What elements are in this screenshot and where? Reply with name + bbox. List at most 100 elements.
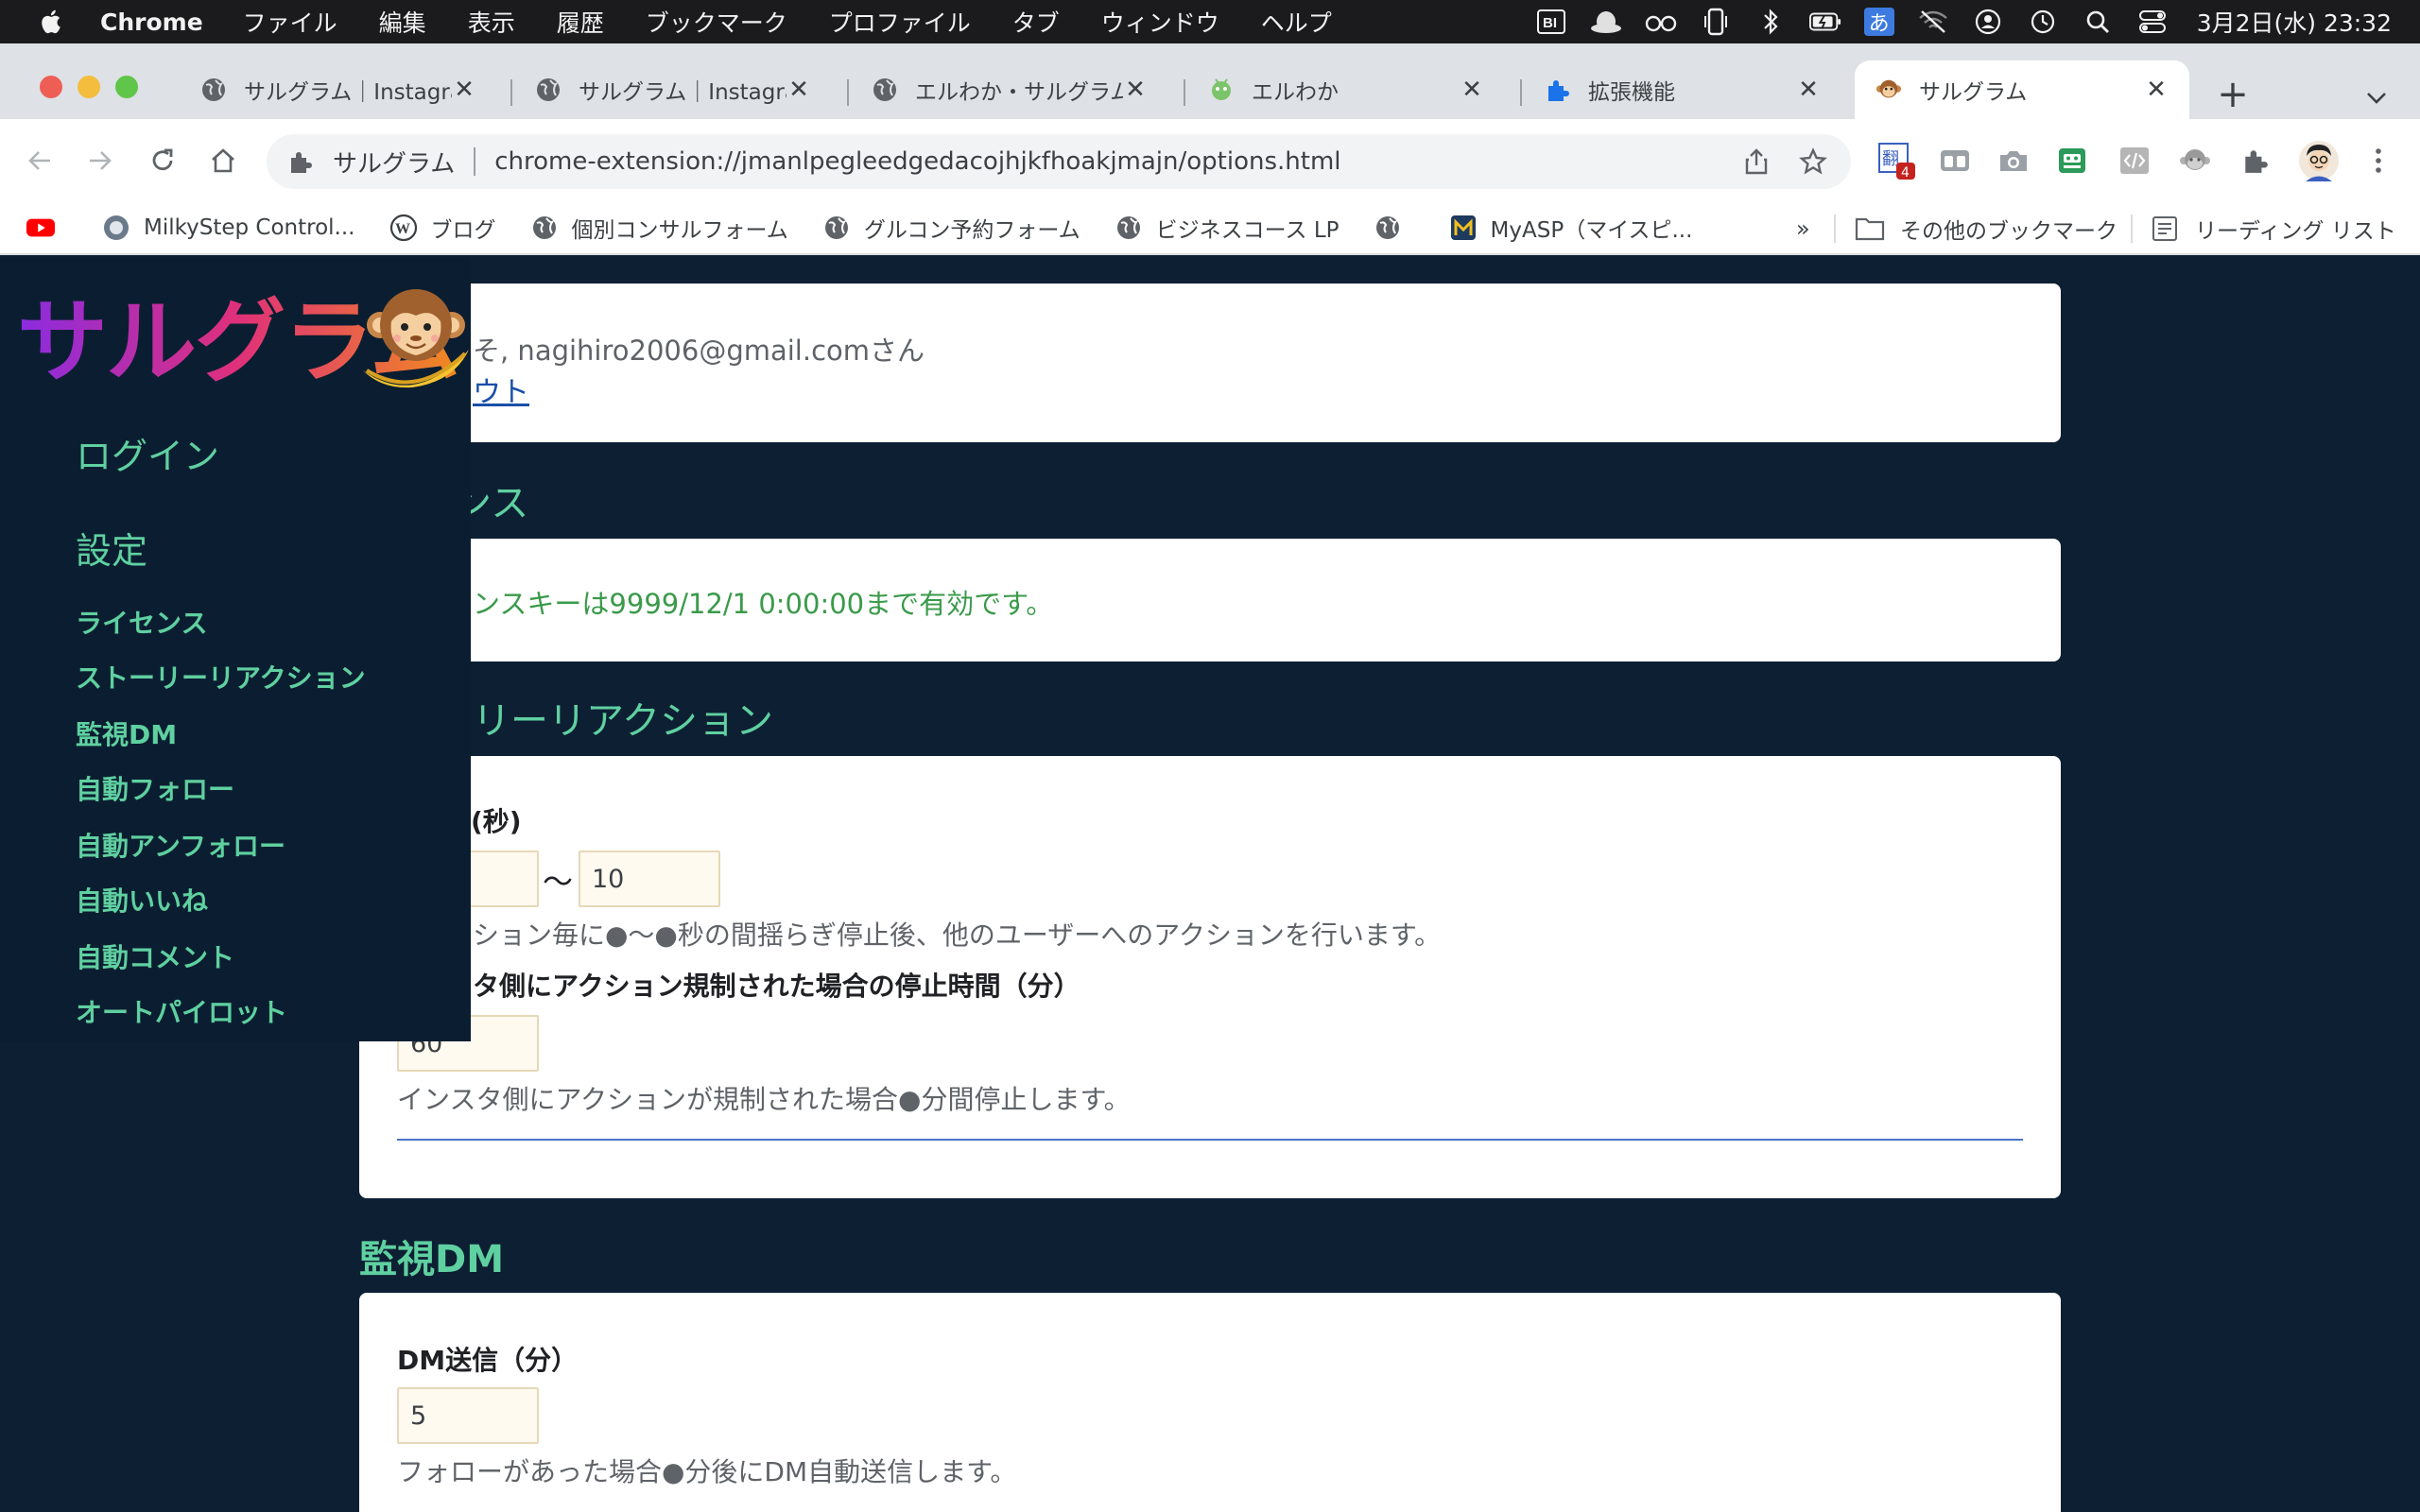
user-account-icon[interactable]: [1972, 8, 2004, 36]
url-text[interactable]: chrome-extension://jmanlpegleedgedacojhj…: [494, 147, 1737, 176]
home-icon[interactable]: [204, 142, 242, 180]
extensions-puzzle-icon[interactable]: [2237, 142, 2274, 180]
bookmark-label: グルコン予約フォーム: [863, 218, 1080, 243]
dm-send-minutes-input[interactable]: 5: [397, 1387, 539, 1444]
close-tab-icon[interactable]: ✕: [452, 76, 476, 104]
close-tab-icon[interactable]: ✕: [1123, 76, 1148, 104]
tab-sarugram-instagram-2[interactable]: サルグラム｜Instagram ✕: [514, 60, 832, 119]
phone-vibrate-icon[interactable]: [1700, 8, 1732, 36]
bookmarks-overflow-chevron-icon[interactable]: »: [1796, 202, 1810, 255]
sidebar-item-auto-follow[interactable]: 自動フォロー: [76, 769, 234, 807]
time-machine-icon[interactable]: [2027, 8, 2059, 36]
tab-sarugram-active[interactable]: サルグラム ✕: [1855, 60, 2189, 119]
bookmark-group-consult[interactable]: グルコン予約フォーム: [822, 212, 1080, 244]
puzzle-icon: [285, 146, 316, 177]
camera-icon[interactable]: [1995, 142, 2032, 180]
close-tab-icon[interactable]: ✕: [1460, 76, 1484, 104]
bluetooth-icon[interactable]: [1754, 8, 1787, 36]
bookmark-business-lp[interactable]: ビジネスコース LP: [1115, 212, 1340, 244]
robot-extension-icon[interactable]: [2053, 142, 2091, 180]
bookmark-myasp[interactable]: MyASP（マイスピ...: [1449, 212, 1692, 244]
macos-menubar: Chrome ファイル 編集 表示 履歴 ブックマーク プロファイル タブ ウィ…: [0, 0, 2420, 43]
menu-view[interactable]: 表示: [468, 5, 515, 39]
menu-history[interactable]: 履歴: [557, 5, 604, 39]
hat-icon[interactable]: [1590, 8, 1622, 36]
menu-edit[interactable]: 編集: [379, 5, 426, 39]
close-tab-icon[interactable]: ✕: [2144, 76, 2169, 104]
sidebar-item-auto-like[interactable]: 自動いいね: [76, 881, 208, 919]
close-tab-icon[interactable]: ✕: [786, 76, 811, 104]
input-method-badge[interactable]: あ: [1863, 8, 1894, 36]
logout-link[interactable]: ウト: [473, 369, 529, 410]
profile-avatar[interactable]: [2297, 139, 2341, 182]
close-tab-icon[interactable]: ✕: [1796, 76, 1821, 104]
sidebar-item-license[interactable]: ライセンス: [76, 603, 207, 641]
monitor-dm-section-title: 監視DM: [359, 1238, 505, 1281]
sidebar-login-link[interactable]: ログイン: [76, 427, 219, 479]
minimize-window-button[interactable]: [78, 76, 100, 98]
sidebar: サルグラム ログイン 設定 ライセンス ストーリーリアクション 監視DM 自動フ…: [0, 257, 471, 1041]
menu-tab[interactable]: タブ: [1012, 5, 1060, 39]
kanji-extension-icon[interactable]: 翻4: [1877, 142, 1915, 180]
spotlight-search-icon[interactable]: [2082, 8, 2114, 36]
back-arrow-icon[interactable]: [21, 142, 59, 180]
monkey-extension-icon[interactable]: [2176, 142, 2214, 180]
glasses-icon[interactable]: [1645, 8, 1677, 36]
tab-manager-extension-icon[interactable]: [1936, 142, 1974, 180]
sarugram-logo[interactable]: サルグラム: [17, 285, 471, 399]
sidebar-settings-heading[interactable]: 設定: [76, 522, 147, 574]
tab-eruwaka[interactable]: エルわか ✕: [1187, 60, 1505, 119]
app-name-menu[interactable]: Chrome: [100, 9, 203, 36]
menu-file[interactable]: ファイル: [243, 5, 337, 39]
interval-max-value: 10: [592, 864, 625, 894]
battery-icon[interactable]: [1808, 8, 1841, 36]
bookmark-milkystep[interactable]: MilkyStep Control...: [102, 214, 355, 242]
other-bookmarks-label: その他のブックマーク: [1900, 219, 2118, 244]
bookmark-label: ビジネスコース LP: [1155, 218, 1340, 243]
close-window-button[interactable]: [40, 76, 62, 98]
tab-extensions[interactable]: 拡張機能 ✕: [1524, 60, 1841, 119]
sidebar-item-story-reaction[interactable]: ストーリーリアクション: [76, 658, 366, 696]
myasp-icon: [1449, 214, 1478, 242]
zoom-window-button[interactable]: [115, 76, 138, 98]
bookmark-blog[interactable]: W ブログ: [389, 212, 496, 244]
other-bookmarks[interactable]: その他のブックマーク: [1855, 202, 2118, 255]
apple-icon[interactable]: [38, 8, 66, 36]
control-center-icon[interactable]: [2136, 8, 2169, 36]
code-extension-icon[interactable]: [2116, 142, 2153, 180]
bookmark-youtube[interactable]: [26, 214, 68, 242]
extension-badge-count: 4: [1901, 165, 1910, 180]
sidebar-item-autopilot[interactable]: オートパイロット: [76, 992, 287, 1030]
wifi-off-icon[interactable]: [1917, 8, 1949, 36]
sidebar-item-auto-unfollow[interactable]: 自動アンフォロー: [76, 826, 285, 864]
menubar-clock[interactable]: 3月2日(水) 23:32: [2197, 5, 2392, 39]
reading-list[interactable]: リーディング リスト: [2152, 202, 2396, 255]
tab-eruwaka-sarugram[interactable]: エルわか・サルグラム ✕: [851, 60, 1168, 119]
bookmark-star-icon[interactable]: [1794, 143, 1832, 180]
new-tab-button[interactable]: +: [2214, 73, 2252, 116]
tab-strip: サルグラム｜Instagram ✕ サルグラム｜Instagram ✕ エルわか…: [0, 43, 2420, 119]
tab-label: サルグラム｜Instagram: [579, 80, 786, 105]
bookmark-globe[interactable]: [1374, 214, 1415, 242]
menu-help[interactable]: ヘルプ: [1261, 5, 1332, 39]
tab-sarugram-instagram-1[interactable]: サルグラム｜Instagram ✕: [180, 60, 497, 119]
bi-icon[interactable]: BI: [1535, 8, 1567, 36]
interval-max-input[interactable]: 10: [579, 850, 720, 907]
menu-window[interactable]: ウィンドウ: [1101, 5, 1219, 39]
youtube-icon: [26, 214, 55, 242]
globe-icon: [1115, 214, 1143, 242]
address-bar[interactable]: サルグラム chrome-extension://jmanlpegleedged…: [267, 134, 1851, 189]
sidebar-item-monitor-dm[interactable]: 監視DM: [76, 714, 177, 752]
menu-bookmarks[interactable]: ブックマーク: [646, 5, 787, 39]
more-vertical-icon[interactable]: [2360, 142, 2397, 180]
sidebar-item-auto-comment[interactable]: 自動コメント: [76, 937, 234, 975]
stop-time-help-text: インスタ側にアクションが規制された場合●分間停止します。: [397, 1084, 1131, 1115]
tab-search-chevron-down-icon[interactable]: [2358, 79, 2395, 117]
reload-icon[interactable]: [144, 142, 182, 180]
globe-icon: [200, 77, 227, 103]
share-icon[interactable]: [1737, 143, 1775, 180]
bookmark-consult-form[interactable]: 個別コンサルフォーム: [530, 212, 788, 244]
forward-arrow-icon[interactable]: [81, 142, 119, 180]
menu-profile[interactable]: プロファイル: [829, 5, 971, 39]
monkey-icon: [1876, 77, 1902, 103]
